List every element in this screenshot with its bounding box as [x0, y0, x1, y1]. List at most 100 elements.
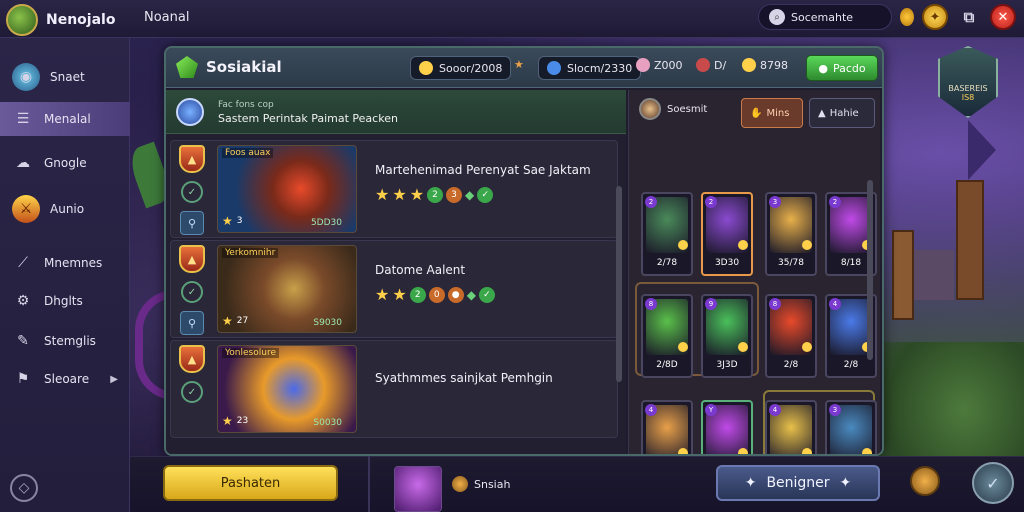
gold-icon — [419, 61, 433, 75]
banner-flag — [968, 120, 996, 180]
top-right-controls: ⌕ Socemahte ✦ ⧉ ✕ — [758, 4, 1016, 30]
gem-icon — [176, 56, 198, 78]
list-icon: ☰ — [16, 111, 30, 127]
hero-card[interactable]: 4S0/088 — [641, 400, 693, 454]
hero-level: 4 — [829, 298, 841, 310]
check-icon: ✓ — [477, 187, 494, 203]
hero-card[interactable]: 42/10 — [765, 400, 817, 454]
rank-badge-icon: ▲ — [179, 145, 205, 173]
star-icon: ★ — [375, 285, 390, 304]
hero-card[interactable]: 8 2/8D — [641, 294, 693, 378]
check-icon[interactable]: ✓ — [972, 462, 1014, 504]
resource-gold[interactable]: Sooor/2008 — [410, 56, 512, 80]
sidebar-item-aunio[interactable]: ⚔ Aunio — [0, 192, 130, 226]
quest-scrollbar[interactable] — [616, 186, 622, 382]
resource-scroll: Z000 — [636, 58, 683, 72]
hero-card[interactable]: 2 2/78 — [641, 192, 693, 276]
sidebar-item-stemglis[interactable]: ✎ Stemglis — [0, 324, 130, 358]
hero-level: 4 — [645, 404, 657, 416]
search-pill[interactable]: ⌕ Socemahte — [758, 4, 892, 30]
quest-title: Martehenimad Perenyat Sae Jaktam — [375, 163, 591, 177]
primary-button[interactable]: Pashaten — [163, 465, 338, 501]
green-action-button[interactable]: ● Pacdo — [806, 55, 878, 81]
quest-rewards: ★ ★ ★ 2 3 ◆ ✓ — [375, 187, 494, 203]
hero-card[interactable]: 3 35/78 — [765, 192, 817, 276]
reward-dot: 3 — [446, 187, 463, 203]
hero-level: 3 — [769, 196, 781, 208]
resource-key: 8798 — [742, 58, 788, 72]
diamond-icon[interactable]: ◇ — [10, 474, 38, 502]
hero-card[interactable]: 8 2/8 — [765, 294, 817, 378]
quest-header-small: Fac fons cop — [218, 100, 274, 110]
quest-code: 5DD30 — [310, 218, 342, 228]
avatar[interactable] — [394, 466, 442, 512]
hero-card[interactable]: 2 3D30 — [701, 192, 753, 276]
hero-card[interactable]: 32/10 — [825, 400, 877, 454]
bottom-resource-label: Snsiah — [474, 477, 511, 491]
quest-row[interactable]: ▲ ✓ ⚲ Foos auax ★ 3 5DD30 Martehenimad Pe… — [170, 140, 618, 238]
sidebar-item-sleoare[interactable]: ⚑ Sleoare ▶ — [0, 362, 130, 396]
green-action-label: Pacdo — [832, 61, 866, 75]
filter-b-label: Hahie — [829, 107, 859, 119]
divider — [368, 456, 370, 512]
bottom-resource: Snsiah — [452, 476, 510, 492]
resource-value: 8798 — [760, 58, 788, 72]
hero-panel: Soesmit ✋ Mins ▲ Hahie 2 2/78 2 3D30 3 35/78 2… — [628, 90, 880, 454]
hero-count: 2/8D — [656, 360, 678, 370]
star-icon: ★ — [392, 285, 407, 304]
star-icon: ★ — [222, 214, 233, 228]
reward-dot: 2 — [409, 287, 426, 303]
scroll-icon — [636, 58, 650, 72]
check-icon: ✓ — [181, 181, 203, 203]
arrow-icon: ◆ — [465, 188, 475, 202]
quest-art-stat: ★ 23 — [222, 414, 248, 428]
quest-art-title: Yerkomnihr — [222, 248, 279, 258]
quest-list: Fac fons cop Sastem Perintak Paimat Peac… — [166, 90, 626, 454]
hero-level: Y — [705, 404, 717, 416]
tower — [892, 230, 914, 320]
gear-icon[interactable]: ⧉ — [956, 4, 982, 30]
sidebar-item-gnogle[interactable]: ☁ Gnogle — [0, 146, 130, 180]
star-icon: ★ — [514, 58, 524, 71]
hero-gem-icon — [738, 342, 748, 352]
star-icon: ★ — [222, 314, 233, 328]
hand-icon: ✋ — [750, 107, 763, 119]
sidebar-item-snaet[interactable]: ◉ Snaet — [0, 60, 130, 94]
chat-icon: ☁ — [16, 155, 30, 171]
tower — [956, 180, 984, 300]
filter-button-b[interactable]: ▲ Hahie — [809, 98, 875, 128]
hero-gem-icon — [802, 448, 812, 454]
quest-art: Yerkomnihr ★ 27 S9030 — [217, 245, 357, 333]
quest-row[interactable]: ▲ ✓ Yonlesolure ★ 23 S0030 Syathmmes sain… — [170, 340, 618, 438]
hero-gem-icon — [738, 448, 748, 454]
filter-a-label: Mins — [766, 107, 790, 119]
quest-row[interactable]: ▲ ✓ ⚲ Yerkomnihr ★ 27 S9030 Datome Aalent… — [170, 240, 618, 338]
sidebar-item-dhglts[interactable]: ⚙ Dhglts — [0, 284, 130, 318]
brand-name: Nenojalo — [46, 12, 116, 28]
hero-card[interactable]: Y20/0 — [701, 400, 753, 454]
hero-level: 3 — [829, 404, 841, 416]
plus-icon: ● — [818, 61, 828, 75]
crystal-icon — [547, 61, 561, 75]
sidebar-item-mnemnes[interactable]: ⟋ Mnemnes — [0, 246, 130, 280]
player-avatar[interactable] — [6, 4, 38, 36]
gold-icon — [452, 476, 468, 492]
gold-orb-button[interactable] — [910, 466, 940, 496]
close-icon[interactable]: ✕ — [990, 4, 1016, 30]
sidebar-item-menalal[interactable]: ☰ Menalal — [0, 102, 130, 136]
quest-list-header: Fac fons cop Sastem Perintak Paimat Peac… — [166, 90, 626, 134]
hero-card[interactable]: 9 3J3D — [701, 294, 753, 378]
filter-button-a[interactable]: ✋ Mins — [741, 98, 803, 128]
hero-scrollbar[interactable] — [867, 180, 873, 360]
reward-dot: 2 — [427, 187, 444, 203]
resource-crystal[interactable]: Slocm/2330 — [538, 56, 642, 80]
rank-badge-icon: ▲ — [179, 345, 205, 373]
coin-button[interactable]: ✦ — [922, 4, 948, 30]
quest-art-title: Foos auax — [222, 148, 274, 158]
secondary-button[interactable]: ✦ Benigner ✦ — [716, 465, 880, 501]
quest-star-count: 23 — [236, 416, 249, 426]
energy-icon — [696, 58, 710, 72]
resource-value: D/ — [714, 58, 727, 72]
sidebar-item-label: Sleoare — [44, 372, 90, 386]
avatar[interactable] — [639, 98, 661, 120]
